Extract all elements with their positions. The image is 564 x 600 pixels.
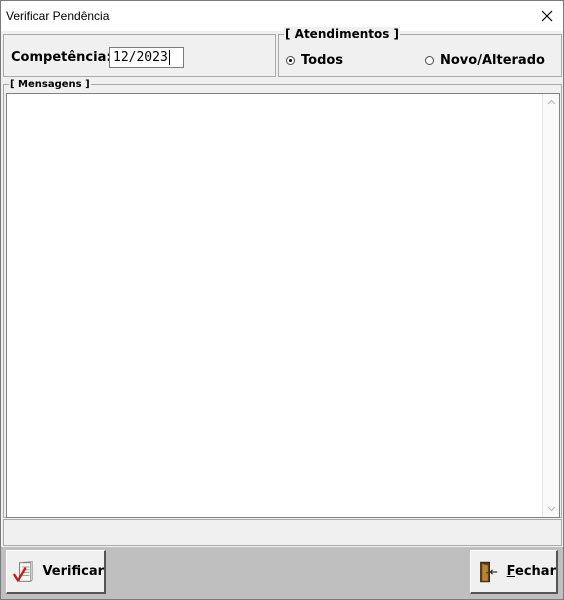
fechar-button-label: Fechar <box>506 564 556 579</box>
vertical-scrollbar[interactable] <box>542 94 559 517</box>
dialog-window: Verificar Pendência Competência: 12/2023… <box>0 0 564 600</box>
door-exit-icon <box>480 561 498 582</box>
close-button[interactable] <box>531 1 563 31</box>
fechar-button[interactable]: Fechar <box>470 550 558 594</box>
close-icon <box>541 10 553 22</box>
window-title: Verificar Pendência <box>6 9 110 23</box>
competencia-panel: Competência: 12/2023 <box>3 34 276 77</box>
mensagens-group: [ Mensagens ] <box>3 79 562 518</box>
radio-todos-indicator[interactable] <box>286 56 295 65</box>
atendimentos-group: [ Atendimentos ] Todos Novo/Alterado <box>278 27 562 77</box>
button-bar: Verificar Fechar <box>1 547 563 599</box>
radio-novo-alterado[interactable]: Novo/Alterado <box>425 53 545 68</box>
radio-novo-alterado-label: Novo/Alterado <box>440 53 545 68</box>
radio-todos[interactable]: Todos <box>286 53 343 68</box>
verificar-button[interactable]: Verificar <box>6 550 106 594</box>
mensagens-legend: [ Mensagens ] <box>9 79 91 90</box>
scroll-up-button[interactable] <box>543 94 559 110</box>
text-caret <box>168 50 170 65</box>
mensagens-textarea[interactable] <box>6 93 560 518</box>
chevron-down-icon <box>547 506 555 512</box>
scroll-down-button[interactable] <box>543 501 559 517</box>
competencia-label: Competência: <box>11 50 112 65</box>
status-bar <box>3 519 562 546</box>
checklist-icon <box>13 560 33 582</box>
verificar-button-label: Verificar <box>42 564 104 579</box>
title-bar: Verificar Pendência <box>1 1 563 31</box>
atendimentos-legend: [ Atendimentos ] <box>284 27 401 41</box>
radio-todos-label: Todos <box>301 53 344 68</box>
competencia-value: 12/2023 <box>113 50 168 65</box>
chevron-up-icon <box>547 99 555 105</box>
radio-novo-alterado-indicator[interactable] <box>425 56 434 65</box>
competencia-input[interactable]: 12/2023 <box>109 47 184 68</box>
